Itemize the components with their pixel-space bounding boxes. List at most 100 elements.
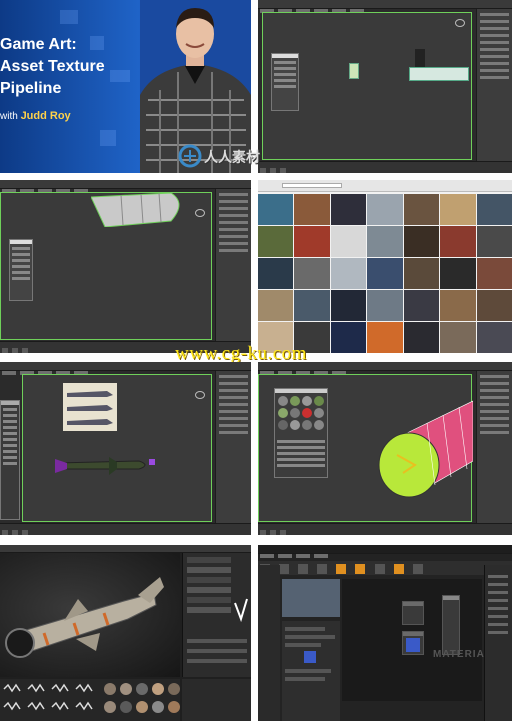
texture-node[interactable]	[402, 631, 424, 655]
floating-panel[interactable]	[271, 53, 299, 111]
thumbnail[interactable]	[294, 258, 330, 289]
thumbnail[interactable]	[403, 194, 440, 225]
thumbnail[interactable]	[330, 226, 367, 257]
shelf[interactable]	[0, 679, 180, 721]
menu-bar	[258, 0, 512, 13]
menu-bar	[0, 180, 251, 193]
command-panel[interactable]	[476, 9, 512, 161]
thumbnail-grid	[258, 194, 512, 353]
properties-panel[interactable]	[182, 679, 251, 721]
material-output-node[interactable]	[442, 595, 460, 655]
viewcube-icon[interactable]	[195, 391, 205, 399]
thumbnail[interactable]	[367, 226, 403, 257]
painter-textured-missile	[0, 545, 251, 721]
thumbnail[interactable]	[258, 226, 294, 257]
palette-panel[interactable]	[484, 565, 512, 721]
bg-pixel	[100, 130, 116, 146]
material-slots[interactable]	[275, 393, 329, 433]
thumbnail[interactable]	[476, 258, 512, 289]
layer-stack[interactable]	[182, 553, 251, 677]
fuselage-mesh	[91, 193, 180, 227]
viewport[interactable]	[262, 12, 472, 160]
toolbar-button[interactable]	[298, 564, 309, 574]
thumbnail[interactable]	[476, 194, 512, 225]
thumbnail[interactable]	[294, 290, 330, 321]
thumbnail[interactable]	[440, 194, 476, 225]
thumbnail[interactable]	[476, 226, 512, 257]
viewcube-icon[interactable]	[455, 19, 465, 27]
max-missile-lowpoly	[0, 362, 251, 535]
fin-shape	[415, 49, 425, 67]
thumbnail[interactable]	[403, 258, 440, 289]
thumbnail[interactable]	[440, 290, 476, 321]
thumbnail[interactable]	[330, 290, 367, 321]
status-bar	[0, 523, 251, 535]
proxy-box	[349, 63, 359, 79]
thumbnail[interactable]	[294, 226, 330, 257]
bg-pixel	[110, 70, 130, 82]
unreal-material-editor: MATERIAL	[258, 545, 512, 721]
thumbnail[interactable]	[476, 290, 512, 321]
thumbnail[interactable]	[258, 194, 294, 225]
thumbnail[interactable]	[294, 194, 330, 225]
floating-panel[interactable]	[9, 239, 33, 301]
thumbnail[interactable]	[367, 194, 403, 225]
thumbnail[interactable]	[403, 226, 440, 257]
command-panel[interactable]	[476, 371, 512, 523]
texture-node[interactable]	[402, 601, 424, 625]
thumbnail[interactable]	[440, 322, 476, 353]
toolbar-button[interactable]	[393, 564, 404, 574]
thumbnail[interactable]	[440, 258, 476, 289]
thumbnail[interactable]	[367, 322, 403, 353]
thumbnail[interactable]	[330, 258, 367, 289]
thumbnail[interactable]	[330, 322, 367, 353]
title-line-1: Game Art:	[0, 36, 77, 53]
toolbar-button[interactable]	[279, 564, 290, 574]
toolbar-button[interactable]	[374, 564, 385, 574]
max-viewport-fuselage	[0, 180, 251, 353]
scene-explorer[interactable]	[0, 400, 20, 520]
reference-image-grid	[258, 180, 512, 353]
toolbar-button[interactable]	[317, 564, 328, 574]
thumbnail[interactable]	[476, 322, 512, 353]
max-viewport-blockout	[258, 0, 512, 173]
material-preview[interactable]	[282, 579, 340, 617]
menu-bar	[0, 362, 251, 375]
painter-viewport[interactable]	[0, 553, 180, 677]
missile-uv-mesh	[378, 400, 473, 498]
content-browser[interactable]	[258, 565, 280, 721]
author-byline: with Judd Roy	[0, 110, 71, 122]
viewport[interactable]	[22, 374, 212, 522]
video-preview-collage: Game Art: Asset Texture Pipeline with Ju…	[0, 0, 512, 721]
menu-bar	[0, 545, 251, 558]
browser-address-bar[interactable]	[258, 180, 512, 192]
thumbnail[interactable]	[258, 290, 294, 321]
thumbnail[interactable]	[330, 194, 367, 225]
thumbnail[interactable]	[403, 322, 440, 353]
details-panel[interactable]	[282, 621, 340, 721]
author-name: Judd Roy	[20, 110, 71, 122]
toolbar-button[interactable]	[412, 564, 423, 574]
toolbar-button[interactable]	[336, 564, 347, 574]
byline-prefix: with	[0, 111, 21, 122]
material-editor[interactable]	[274, 388, 328, 478]
toolbar-button[interactable]	[355, 564, 366, 574]
viewcube-icon[interactable]	[195, 209, 205, 217]
thumbnail[interactable]	[403, 290, 440, 321]
site-logo-text: 人人素材	[204, 150, 260, 166]
thumbnail[interactable]	[367, 290, 403, 321]
missile-mesh	[55, 457, 155, 475]
body-box	[409, 67, 469, 81]
thumbnail[interactable]	[258, 258, 294, 289]
status-bar	[258, 161, 512, 173]
material-graph[interactable]	[342, 579, 482, 701]
max-missile-uv	[258, 362, 512, 535]
thumbnail[interactable]	[440, 226, 476, 257]
command-panel[interactable]	[215, 371, 251, 523]
reference-image	[63, 383, 117, 431]
viewport[interactable]	[0, 192, 212, 340]
command-panel[interactable]	[215, 189, 251, 341]
ue-toolbar[interactable]	[258, 561, 512, 575]
bg-pixel	[60, 10, 78, 24]
thumbnail[interactable]	[367, 258, 403, 289]
